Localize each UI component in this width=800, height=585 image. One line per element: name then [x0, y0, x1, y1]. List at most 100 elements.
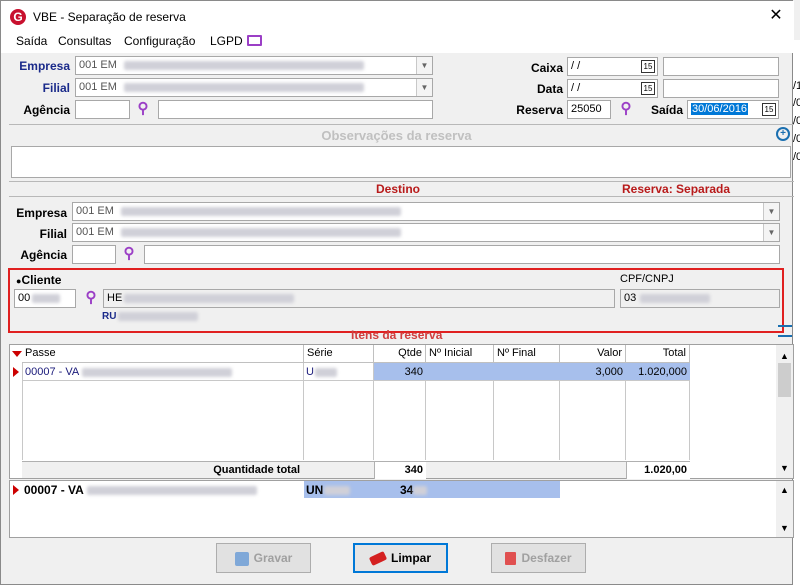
search-icon[interactable]: ⚲	[120, 245, 138, 263]
itens-grid[interactable]: Passe Série Qtde Nº Inicial Nº Final Val…	[9, 344, 794, 479]
col-serie[interactable]: Série	[304, 345, 374, 363]
scroll-thumb[interactable]	[778, 363, 791, 397]
cell-passe: 00007 - VA	[25, 366, 233, 378]
main-window: G VBE - Separação de reserva ✕ Saída Con…	[0, 0, 794, 585]
calendar-icon[interactable]: 15	[762, 103, 776, 116]
col-n-final[interactable]: Nº Final	[494, 345, 560, 363]
chevron-down-icon[interactable]: ▼	[416, 79, 432, 96]
col-passe[interactable]: Passe	[22, 345, 304, 363]
redacted-text	[324, 486, 351, 496]
agencia-code-input[interactable]	[75, 100, 130, 119]
col-n-inicial[interactable]: Nº Inicial	[426, 345, 494, 363]
redacted-text	[123, 82, 364, 92]
summary-passe: 00007 - VA	[24, 483, 257, 497]
observacoes-textarea[interactable]	[11, 146, 791, 178]
menu-configuracao[interactable]: Configuração	[124, 34, 195, 48]
cliente-code-input[interactable]: 00	[14, 289, 76, 308]
summary-row[interactable]: 00007 - VA UN 34	[22, 481, 560, 498]
scroll-up-icon[interactable]: ▲	[780, 485, 789, 495]
scrollbar[interactable]: ▲ ▼	[776, 481, 793, 537]
cell-serie: U	[306, 366, 337, 378]
filial-select[interactable]: 001 EM ▼	[75, 78, 433, 97]
empresa-label: Empresa	[19, 59, 70, 73]
background-fragment: /0	[793, 115, 800, 127]
destino-empresa-select[interactable]: 001 EM ▼	[72, 202, 780, 221]
app-logo-icon: G	[10, 9, 26, 25]
zoom-in-icon[interactable]: +	[776, 127, 790, 141]
totals-row: Quantidade total 340 1.020,00	[22, 461, 690, 479]
reserva-label: Reserva	[516, 103, 563, 117]
limpar-label: Limpar	[390, 551, 431, 565]
data-date-input[interactable]: / / 15	[567, 79, 658, 98]
scroll-down-icon[interactable]: ▼	[780, 523, 789, 533]
background-fragment: /1	[793, 80, 800, 92]
total-label: Quantidade total	[213, 464, 300, 476]
search-icon[interactable]: ⚲	[82, 289, 100, 307]
empresa-value: 001 EM	[79, 59, 117, 71]
calendar-icon[interactable]: 15	[641, 60, 655, 73]
destino-filial-label: Filial	[39, 227, 67, 241]
menu-bar: Saída Consultas Configuração LGPD	[1, 31, 794, 53]
empresa-select[interactable]: 001 EM ▼	[75, 56, 433, 75]
redacted-text	[86, 486, 257, 496]
data-extra-input[interactable]	[663, 79, 779, 98]
calendar-icon[interactable]: 15	[641, 82, 655, 95]
destino-filial-select[interactable]: 001 EM ▼	[72, 223, 780, 242]
redacted-text	[120, 206, 401, 216]
saida-label: Saída	[650, 103, 683, 117]
destino-agencia-name-input[interactable]	[144, 245, 780, 264]
menu-lgpd[interactable]: LGPD	[210, 34, 243, 48]
scroll-up-icon[interactable]: ▲	[780, 351, 789, 361]
gravar-button[interactable]: Gravar	[216, 543, 311, 573]
caixa-label: Caixa	[530, 61, 563, 75]
redacted-text	[32, 293, 61, 303]
scroll-down-icon[interactable]: ▼	[780, 463, 789, 473]
caixa-extra-input[interactable]	[663, 57, 779, 76]
agencia-name-input[interactable]	[158, 100, 433, 119]
summary-grid[interactable]: 00007 - VA UN 34 ▲ ▼	[9, 480, 794, 538]
menu-saida[interactable]: Saída	[16, 34, 47, 48]
close-button[interactable]: ✕	[765, 6, 787, 26]
current-row-icon	[13, 485, 19, 495]
caixa-date-input[interactable]: / / 15	[567, 57, 658, 76]
desfazer-button[interactable]: Desfazer	[491, 543, 586, 573]
title-bar: G VBE - Separação de reserva ✕	[1, 1, 794, 31]
cell-qtde: 340	[374, 363, 426, 380]
reserva-input[interactable]: 25050	[567, 100, 611, 119]
redacted-text	[120, 227, 401, 237]
redacted-text	[82, 367, 233, 377]
background-window: /1 /0 /0 /0 /0	[793, 40, 800, 585]
cliente-name-input[interactable]: HE	[103, 289, 615, 308]
saida-date-input[interactable]: 30/06/2016 15	[687, 100, 779, 119]
background-fragment: /0	[793, 151, 800, 163]
scrollbar[interactable]: ▲ ▼	[776, 345, 793, 478]
chevron-down-icon[interactable]: ▼	[416, 57, 432, 74]
cell-n-final	[494, 363, 560, 380]
list-icon[interactable]	[778, 325, 792, 337]
background-fragment: /0	[793, 97, 800, 109]
total-qtde: 340	[374, 462, 426, 479]
search-icon[interactable]: ⚲	[617, 100, 635, 118]
chevron-down-icon[interactable]: ▼	[763, 224, 779, 241]
cpf-input[interactable]: 03	[620, 289, 780, 308]
monitor-icon[interactable]	[247, 35, 262, 46]
menu-consultas[interactable]: Consultas	[58, 34, 111, 48]
redacted-text	[413, 486, 428, 496]
limpar-button[interactable]: Limpar	[353, 543, 448, 573]
cell-n-inicial	[426, 363, 494, 380]
col-valor[interactable]: Valor	[560, 345, 626, 363]
cliente-label: ●Cliente	[16, 273, 62, 287]
sort-indicator-icon	[12, 351, 22, 357]
divider	[9, 196, 794, 197]
reserva-status: Reserva: Separada	[622, 182, 731, 196]
col-total[interactable]: Total	[626, 345, 690, 363]
destino-filial-value: 001 EM	[76, 226, 114, 238]
destino-agencia-code-input[interactable]	[72, 245, 116, 264]
desfazer-label: Desfazer	[521, 551, 572, 565]
col-qtde[interactable]: Qtde	[374, 345, 426, 363]
table-row[interactable]: 00007 - VA U 340 3,000 1.020,000	[22, 363, 690, 381]
search-icon[interactable]: ⚲	[134, 100, 152, 118]
chevron-down-icon[interactable]: ▼	[763, 203, 779, 220]
cliente-address: RU	[102, 311, 199, 322]
data-label: Data	[536, 82, 563, 96]
